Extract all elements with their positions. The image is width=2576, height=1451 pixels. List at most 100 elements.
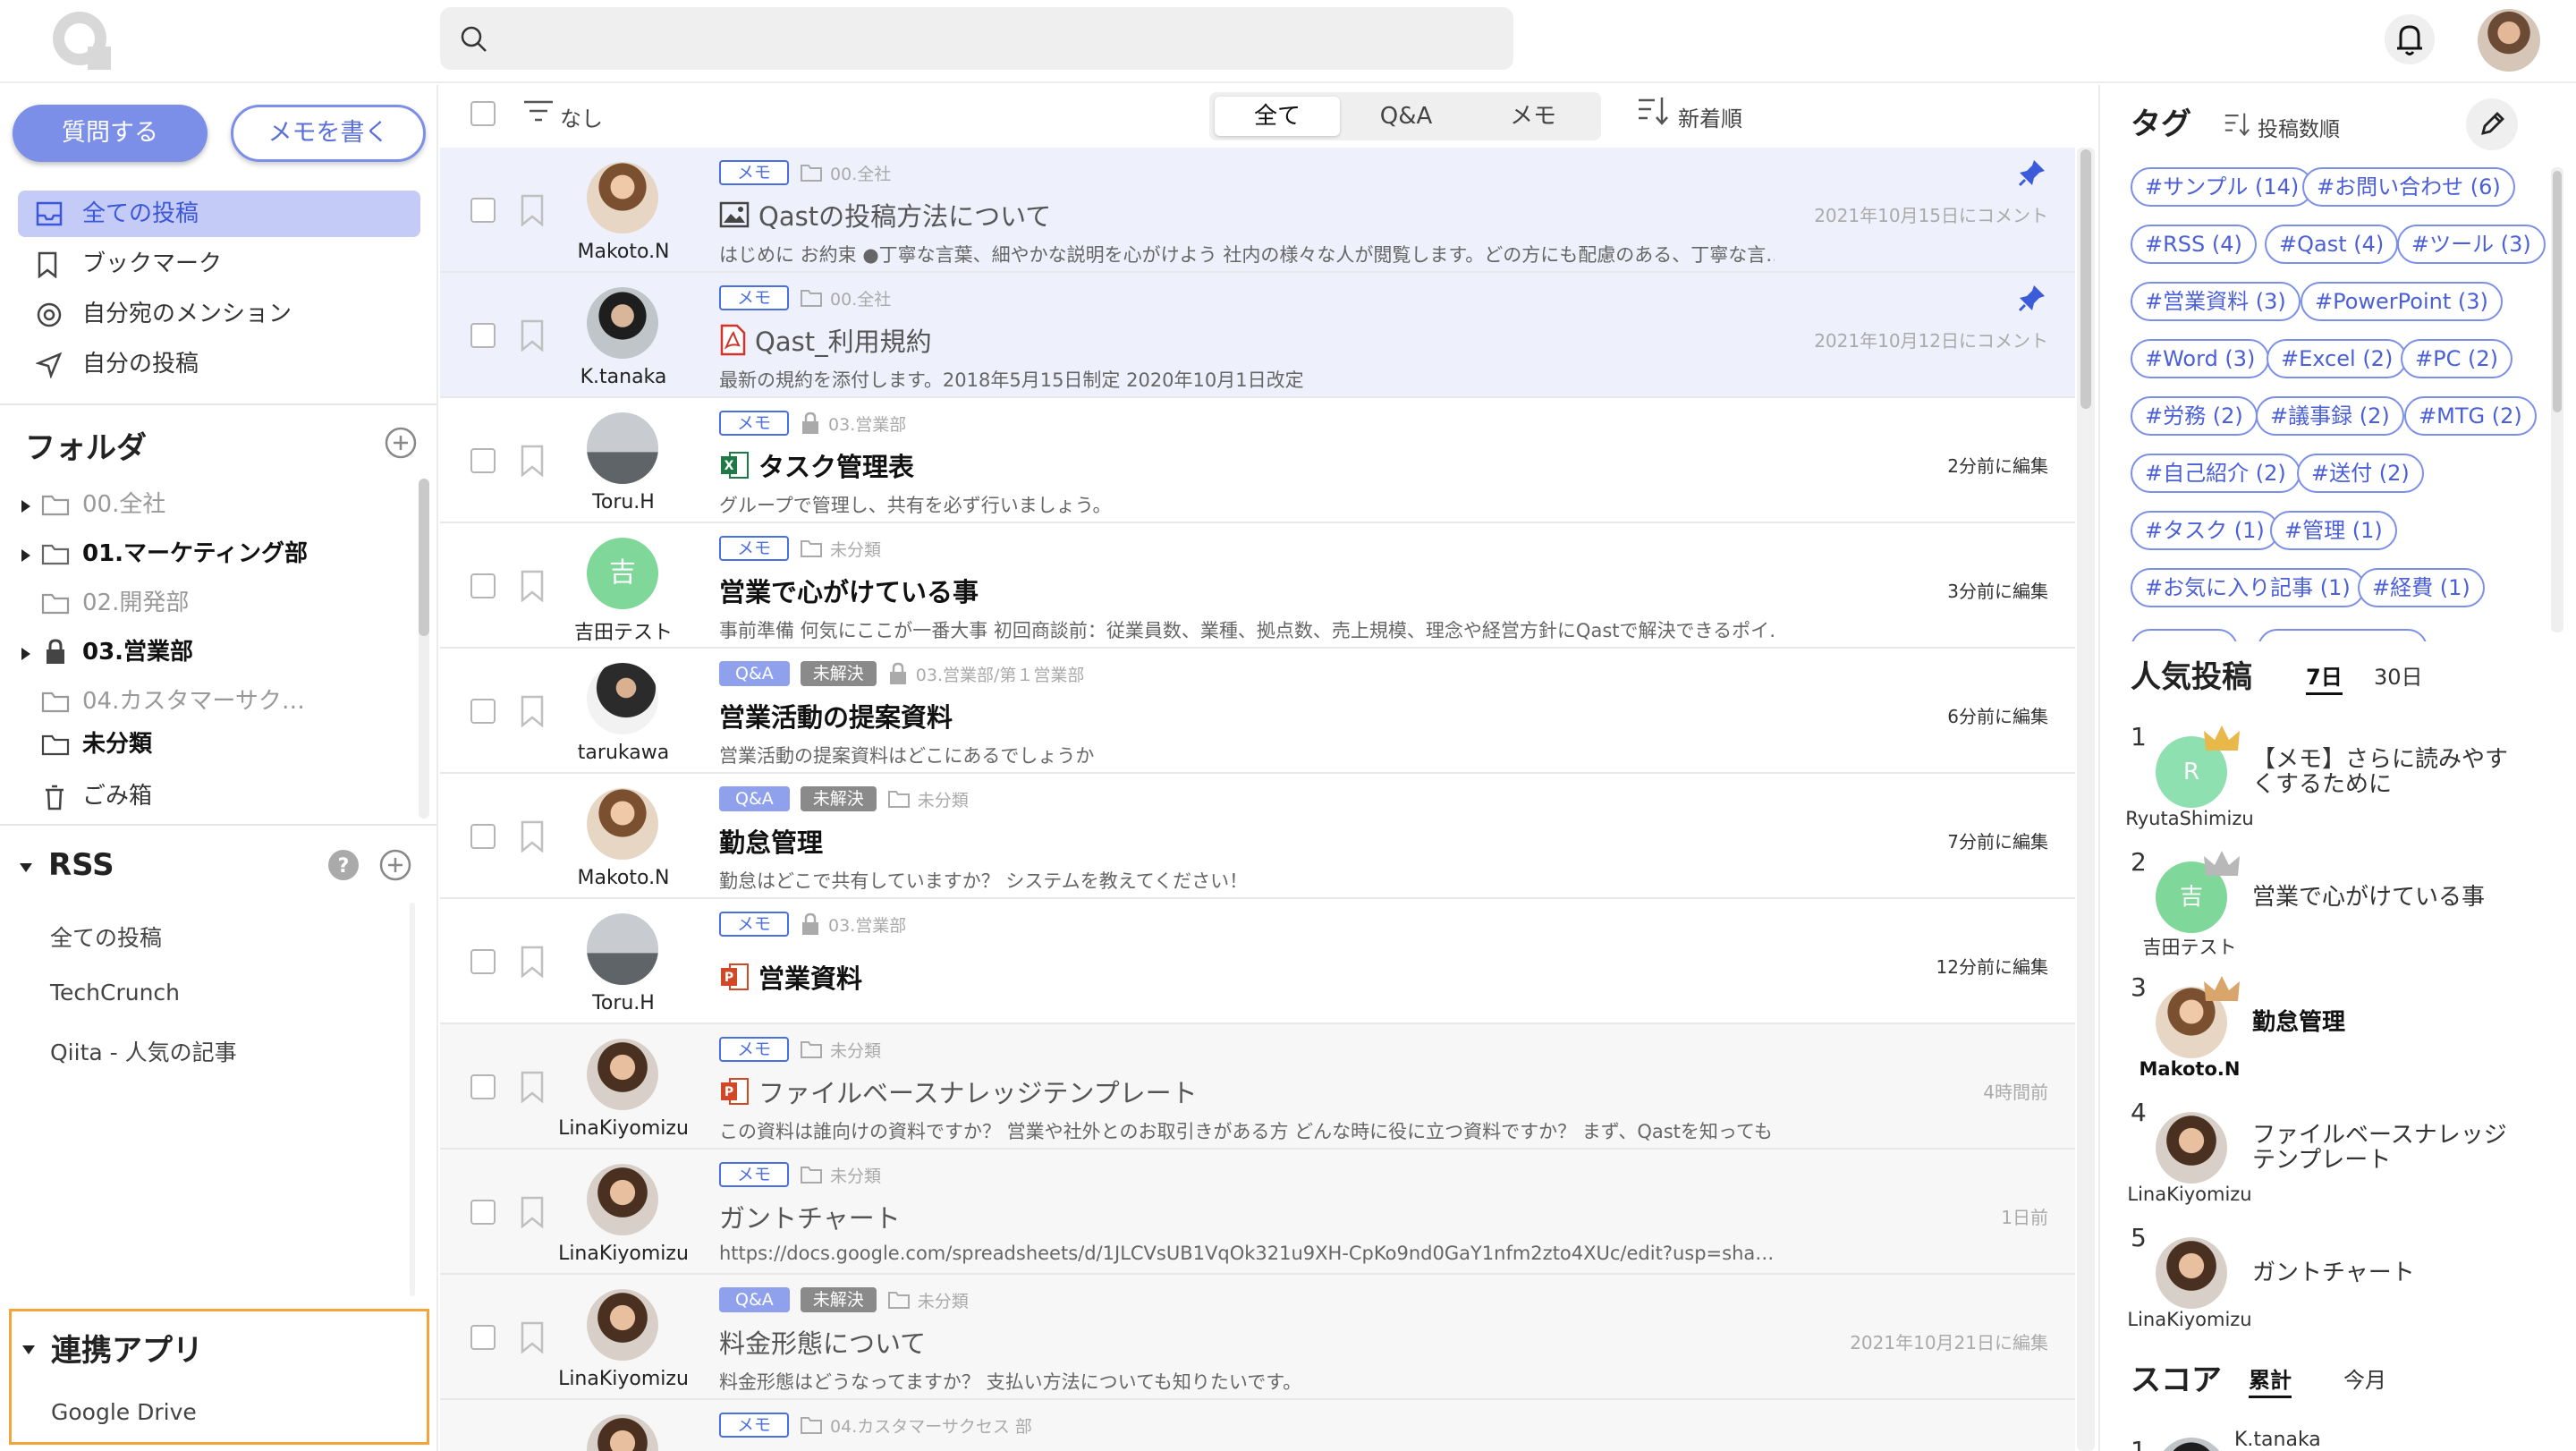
- post-row[interactable]: LinaKiyomizu メモ 未分類 ガントチャート https://docs…: [440, 1150, 2075, 1275]
- tag-chip[interactable]: #労務 (2): [2131, 396, 2258, 436]
- post-title[interactable]: ファイルベースナレッジテンプレート: [758, 1073, 1198, 1110]
- post-author[interactable]: K.tanaka: [547, 366, 699, 388]
- bookmark-icon[interactable]: [519, 695, 546, 727]
- folder-item[interactable]: 03.営業部: [18, 630, 394, 675]
- expand-arrow-icon[interactable]: [21, 500, 30, 513]
- avatar[interactable]: [587, 1039, 658, 1110]
- post-title-line[interactable]: 営業活動の提案資料: [719, 697, 953, 734]
- post-title-line[interactable]: 料金形態について: [719, 1323, 926, 1361]
- tag-chip[interactable]: #お問い合わせ (6): [2302, 167, 2515, 207]
- popular-tab-30d[interactable]: 30日: [2374, 659, 2423, 691]
- row-checkbox[interactable]: [470, 448, 496, 473]
- popular-tab-7d[interactable]: 7日: [2306, 659, 2343, 695]
- post-title[interactable]: 営業活動の提案資料: [719, 697, 953, 734]
- row-checkbox[interactable]: [470, 1200, 496, 1225]
- folder-item[interactable]: 未分類: [18, 722, 394, 767]
- filter-icon[interactable]: [522, 98, 555, 124]
- avatar[interactable]: [587, 162, 658, 233]
- post-folder[interactable]: 未分類: [800, 537, 881, 561]
- post-row[interactable]: Makoto.N メモ 00.全社 Qastの投稿方法について はじめに お約束…: [440, 148, 2075, 273]
- sort-label[interactable]: 新着順: [1678, 101, 1742, 132]
- post-row[interactable]: K.tanaka メモ 00.全社 Qast_利用規約 最新の規約を添付します。…: [440, 273, 2075, 398]
- popular-author[interactable]: 吉田テスト: [2100, 933, 2279, 960]
- post-title[interactable]: 営業資料: [758, 958, 862, 996]
- tag-chip[interactable]: #PC (2): [2401, 339, 2512, 378]
- popular-author[interactable]: Makoto.N: [2100, 1058, 2279, 1080]
- nav-bookmarks[interactable]: ブックマーク: [18, 241, 420, 287]
- rss-scrollbar[interactable]: [410, 903, 415, 1296]
- score-user[interactable]: K.tanaka: [2234, 1429, 2321, 1451]
- post-folder[interactable]: 04.カスタマーサクセス 部: [800, 1413, 1032, 1438]
- post-author[interactable]: LinaKiyomizu: [547, 1368, 699, 1390]
- popular-item[interactable]: 4 LinaKiyomizu ファイルベースナレッジテンプレート: [2100, 1098, 2574, 1223]
- tag-chip[interactable]: [2258, 629, 2428, 641]
- add-rss-icon[interactable]: [379, 849, 411, 881]
- score-item[interactable]: 1 K.tanaka: [2100, 1427, 2574, 1451]
- collapse-arrow-icon[interactable]: [22, 1345, 35, 1354]
- select-all-checkbox[interactable]: [470, 101, 496, 126]
- post-title[interactable]: 営業で心がけている事: [719, 572, 979, 609]
- pin-icon[interactable]: [2018, 158, 2046, 187]
- tag-chip[interactable]: #営業資料 (3): [2131, 282, 2301, 321]
- row-checkbox[interactable]: [470, 949, 496, 974]
- notification-bell-icon[interactable]: [2385, 13, 2435, 66]
- row-checkbox[interactable]: [470, 198, 496, 223]
- tag-chip[interactable]: #Word (3): [2131, 339, 2270, 378]
- folder-scrollbar[interactable]: [419, 479, 429, 819]
- popular-title[interactable]: 【メモ】さらに読みやすくするために: [2252, 747, 2521, 797]
- edit-tags-icon[interactable]: [2465, 98, 2519, 151]
- post-row[interactable]: 吉 吉田テスト メモ 未分類 営業で心がけている事 事前準備 何気にここが一番大…: [440, 523, 2075, 649]
- popular-title[interactable]: ガントチャート: [2252, 1260, 2521, 1286]
- popular-item[interactable]: 3 Makoto.N 勤怠管理: [2100, 972, 2574, 1098]
- post-title[interactable]: Qast_利用規約: [755, 321, 932, 359]
- feed-scrollbar[interactable]: [2077, 148, 2095, 1451]
- sort-icon[interactable]: [1637, 96, 1669, 126]
- post-author[interactable]: Toru.H: [547, 491, 699, 513]
- popular-author[interactable]: LinaKiyomizu: [2100, 1184, 2279, 1205]
- nav-all-posts[interactable]: 全ての投稿: [18, 191, 420, 237]
- post-author[interactable]: LinaKiyomizu: [547, 1243, 699, 1265]
- pin-icon[interactable]: [2018, 284, 2046, 312]
- avatar[interactable]: [587, 788, 658, 860]
- post-title-line[interactable]: X タスク管理表: [719, 446, 914, 484]
- popular-item[interactable]: 1 R RyutaShimizu 【メモ】さらに読みやすくするために: [2100, 722, 2574, 847]
- nav-mentions[interactable]: 自分宛のメンション: [18, 291, 420, 337]
- row-checkbox[interactable]: [470, 824, 496, 849]
- tag-chip[interactable]: #Excel (2): [2267, 339, 2408, 378]
- avatar[interactable]: [2156, 1438, 2227, 1451]
- post-title[interactable]: Qastの投稿方法について: [758, 196, 1051, 233]
- post-folder[interactable]: 03.営業部/第１営業部: [887, 662, 1084, 686]
- bookmark-icon[interactable]: [519, 319, 546, 352]
- bookmark-icon[interactable]: [519, 1196, 546, 1228]
- folder-scrollbar-thumb[interactable]: [419, 479, 429, 636]
- bookmark-icon[interactable]: [519, 570, 546, 602]
- folder-item[interactable]: 00.全社: [18, 482, 394, 527]
- expand-arrow-icon[interactable]: [21, 549, 30, 562]
- tag-scrollbar-thumb[interactable]: [2553, 171, 2562, 412]
- tag-chip[interactable]: #議事録 (2): [2256, 396, 2404, 436]
- post-author[interactable]: LinaKiyomizu: [547, 1117, 699, 1140]
- avatar[interactable]: [587, 1414, 658, 1451]
- post-folder[interactable]: 03.営業部: [800, 912, 906, 937]
- expand-arrow-icon[interactable]: [21, 648, 30, 660]
- rss-item[interactable]: 全ての投稿: [50, 921, 162, 953]
- bookmark-icon[interactable]: [519, 1071, 546, 1103]
- score-tab-month[interactable]: 今月: [2343, 1362, 2386, 1394]
- post-author[interactable]: tarukawa: [547, 742, 699, 764]
- post-row[interactable]: LinaKiyomizu Q&A 未解決 未分類 料金形態について 料金形態はど…: [440, 1275, 2075, 1400]
- post-row[interactable]: tarukawa Q&A 未解決 03.営業部/第１営業部 営業活動の提案資料 …: [440, 649, 2075, 774]
- avatar[interactable]: [2156, 1112, 2227, 1184]
- row-checkbox[interactable]: [470, 573, 496, 598]
- post-folder[interactable]: 03.営業部: [800, 412, 906, 436]
- row-checkbox[interactable]: [470, 323, 496, 348]
- row-checkbox[interactable]: [470, 1074, 496, 1099]
- search-bar[interactable]: [440, 7, 1513, 70]
- sort-icon[interactable]: [2224, 112, 2250, 137]
- tag-chip[interactable]: #ツール (3): [2397, 225, 2546, 264]
- tag-chip[interactable]: #タスク (1): [2131, 511, 2279, 550]
- tag-sort-label[interactable]: 投稿数順: [2258, 112, 2340, 142]
- help-icon[interactable]: ?: [327, 849, 360, 881]
- tag-chip[interactable]: #Qast (4): [2265, 225, 2399, 264]
- tag-chip[interactable]: #RSS (4): [2131, 225, 2257, 264]
- score-tab-total[interactable]: 累計: [2249, 1362, 2292, 1398]
